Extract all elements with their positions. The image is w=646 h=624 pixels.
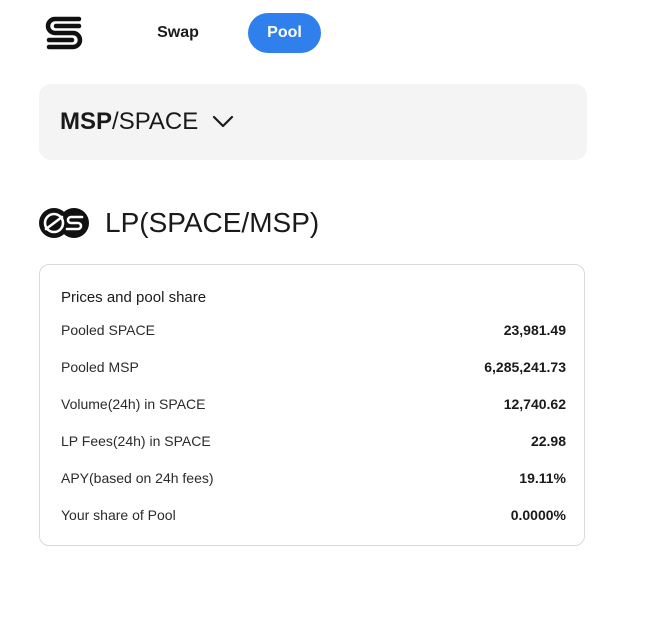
pool-info-card: Prices and pool share Pooled SPACE 23,98… [39,264,585,546]
pool-stat-row: Pooled MSP 6,285,241.73 [61,357,566,377]
chevron-down-icon[interactable] [212,115,234,129]
row-value: 12,740.62 [503,396,566,412]
row-value: 22.98 [530,433,566,449]
lp-token-icon [38,207,90,239]
row-label: Pooled MSP [61,359,139,375]
row-label: Pooled SPACE [61,322,155,338]
pool-stat-row: APY(based on 24h fees) 19.11% [61,468,566,488]
pool-stat-row: Volume(24h) in SPACE 12,740.62 [61,394,566,414]
pair-quote-token: SPACE [118,108,199,135]
pair-label: MSP/SPACE [60,108,198,136]
lp-header: LP(SPACE/MSP) [38,202,319,244]
tab-swap-label: Swap [157,24,199,41]
row-value: 23,981.49 [503,322,566,338]
top-nav: Swap Pool [0,0,646,66]
s-logo-icon[interactable] [43,13,85,53]
row-value: 19.11% [519,470,566,486]
pool-stat-row: Pooled SPACE 23,981.49 [61,320,566,340]
pool-stat-row: Your share of Pool 0.0000% [61,505,566,525]
row-value: 6,285,241.73 [484,359,566,375]
pair-separator: / [112,108,119,135]
row-label: LP Fees(24h) in SPACE [61,433,211,449]
tab-pool[interactable]: Pool [248,13,321,53]
row-label: APY(based on 24h fees) [61,470,214,486]
tab-pool-label: Pool [267,24,302,41]
row-label: Volume(24h) in SPACE [61,396,206,412]
row-value: 0.0000% [510,507,566,523]
pair-selector[interactable]: MSP/SPACE [39,84,587,160]
lp-title: LP(SPACE/MSP) [105,207,320,238]
pair-base-token: MSP [60,108,113,135]
pool-stat-row: LP Fees(24h) in SPACE 22.98 [61,431,566,451]
card-title: Prices and pool share [61,289,207,306]
tab-swap[interactable]: Swap [140,13,216,53]
row-label: Your share of Pool [61,507,176,523]
